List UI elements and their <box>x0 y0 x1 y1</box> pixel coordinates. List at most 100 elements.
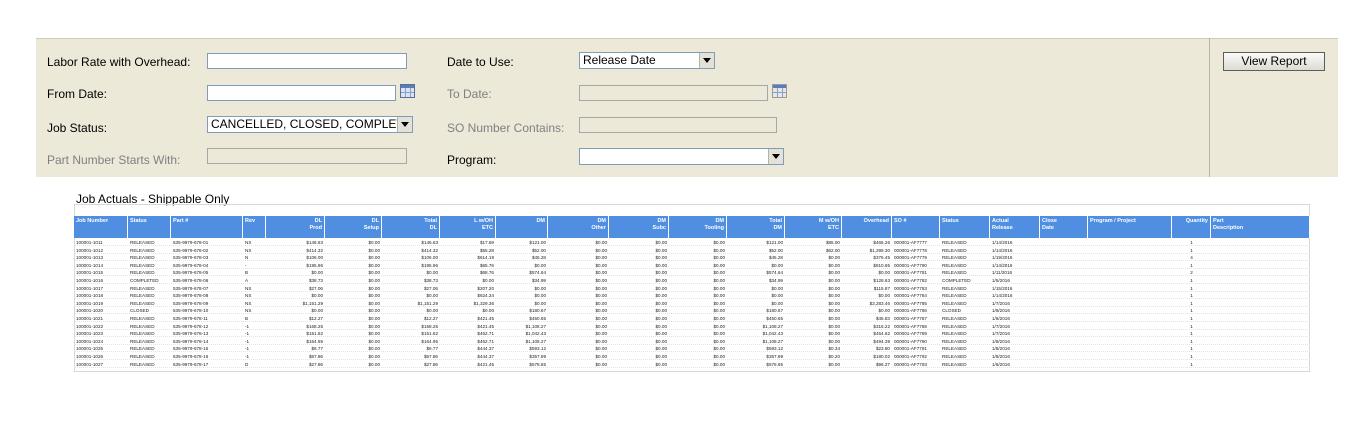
column-header-sublabel: Prod <box>309 225 322 231</box>
row-divider <box>74 366 1310 368</box>
column-header: Program / Project <box>1088 216 1172 238</box>
view-report-button[interactable]: View Report <box>1223 52 1325 71</box>
job-status-select[interactable]: CANCELLED, CLOSED, COMPLETED, <box>207 116 413 133</box>
panel-divider <box>1209 38 1210 177</box>
program-label: Program: <box>447 153 497 167</box>
chevron-down-icon[interactable] <box>397 117 412 132</box>
table-row[interactable]: 100001-1018 RELEASED 535-9979-678-08 NS $0.0… <box>74 292 1310 300</box>
column-header-label: Close <box>1042 218 1057 224</box>
part-number-label: Part Number Starts With: <box>47 153 181 167</box>
column-header-label: DL <box>314 218 322 224</box>
column-header: Total DM <box>727 216 785 238</box>
column-header-label: L w/OH <box>474 218 493 224</box>
column-header: DM Subc <box>609 216 669 238</box>
date-to-use-value: Release Date <box>583 53 656 67</box>
column-header-sublabel: Date <box>1042 225 1054 231</box>
job-status-label: Job Status: <box>47 121 108 135</box>
column-header: Close Date <box>1040 216 1088 238</box>
column-header: DM <box>496 216 548 238</box>
column-header-sublabel: ETC <box>482 225 493 231</box>
column-header: Rev <box>243 216 266 238</box>
table-row[interactable]: 100001-1017 RELEASED 535-9979-678-07 NS $27.… <box>74 285 1310 292</box>
column-header-sublabel: DM <box>773 225 782 231</box>
column-header: L w/OH ETC <box>440 216 496 238</box>
column-header-label: Total <box>769 218 782 224</box>
date-to-use-select[interactable]: Release Date <box>579 52 715 69</box>
column-header-sublabel: Description <box>1213 225 1244 231</box>
column-header: Total DL <box>382 216 440 238</box>
chevron-down-icon[interactable] <box>699 53 714 68</box>
column-header-label: DM <box>715 218 724 224</box>
column-header-label: M w/OH <box>818 218 839 224</box>
table-row[interactable]: 100001-1022 RELEASED 535-9979-678-12 -1 $168… <box>74 323 1310 330</box>
column-header-sublabel: Other <box>591 225 606 231</box>
table-row[interactable]: 100001-1023 RELEASED 535-9979-678-13 -1 $151… <box>74 330 1310 338</box>
column-header-sublabel: Tooling <box>704 225 724 231</box>
chevron-down-icon[interactable] <box>768 149 783 164</box>
so-number-input[interactable] <box>579 117 777 133</box>
column-header-label: SO # <box>894 218 907 224</box>
table-row[interactable]: 100001-1021 RELEASED 535-9979-678-11 B $12.2… <box>74 315 1310 322</box>
column-header: Overhead <box>842 216 892 238</box>
report-header-row: Job Number Status Part # Rev DL Prod DL Setup To… <box>74 216 1310 238</box>
table-row[interactable]: 100001-1013 RELEASED 535-9979-678-03 N $106.… <box>74 254 1310 262</box>
column-header: Status <box>940 216 990 238</box>
column-header: Status <box>128 216 171 238</box>
column-header-sublabel: Release <box>992 225 1013 231</box>
column-header-label: DM <box>657 218 666 224</box>
to-date-input[interactable] <box>579 85 768 101</box>
table-row[interactable]: 100001-1015 RELEASED 535-9979-678-05 B $0.00… <box>74 269 1310 277</box>
table-row[interactable]: 100001-1016 COMPLETED 535-9979-678-06 A $38.… <box>74 277 1310 284</box>
column-header-label: DM <box>597 218 606 224</box>
column-header: Actual Release <box>990 216 1040 238</box>
labor-rate-label: Labor Rate with Overhead: <box>47 55 191 69</box>
column-header: DL Setup <box>325 216 382 238</box>
table-row[interactable]: 100001-1019 RELEASED 535-9979-678-09 NS $1,1… <box>74 300 1310 307</box>
column-header: SO # <box>892 216 940 238</box>
calendar-icon[interactable] <box>400 84 415 98</box>
column-header-label: Part <box>1213 218 1224 224</box>
table-row[interactable]: 100001-1025 RELEASED 535-9979-678-15 -1 $6.7… <box>74 345 1310 353</box>
column-header-label: Actual <box>992 218 1009 224</box>
column-header-label: Program / Project <box>1090 218 1136 224</box>
column-header-label: Job Number <box>76 218 109 224</box>
column-header-sublabel: DL <box>429 225 437 231</box>
calendar-icon[interactable] <box>772 84 787 98</box>
column-header-sublabel: Setup <box>363 225 379 231</box>
job-status-value: CANCELLED, CLOSED, COMPLETED, <box>211 117 413 131</box>
part-number-input[interactable] <box>207 148 407 164</box>
column-header: Part Description <box>1211 216 1310 238</box>
table-row[interactable]: 100001-1014 RELEASED 535-9979-678-04- $195.… <box>74 262 1310 269</box>
column-header: Job Number <box>74 216 128 238</box>
column-header-sublabel: Subc <box>652 225 666 231</box>
column-header-label: Quantity <box>1185 218 1208 224</box>
column-header: Quantity <box>1172 216 1211 238</box>
so-number-label: SO Number Contains: <box>447 121 565 135</box>
column-header-label: Status <box>130 218 147 224</box>
column-header-label: Status <box>942 218 959 224</box>
table-row[interactable]: 100001-1012 RELEASED 535-9979-678-02 NS $414… <box>74 247 1310 254</box>
column-header: DM Other <box>548 216 609 238</box>
column-header-label: Part # <box>173 218 189 224</box>
from-date-input[interactable] <box>207 85 396 101</box>
column-header-sublabel: ETC <box>828 225 839 231</box>
column-header: Part # <box>171 216 243 238</box>
column-header: DL Prod <box>266 216 325 238</box>
column-header-label: Rev <box>245 218 256 224</box>
table-row[interactable]: 100001-1024 RELEASED 535-9979-678-14 -1 $164… <box>74 338 1310 345</box>
date-to-use-label: Date to Use: <box>447 55 514 69</box>
table-row[interactable]: 100001-1011 RELEASED 535-9979-678-01 NS $146… <box>74 239 1310 246</box>
table-row[interactable]: 100001-1027 RELEASED 535-9979-678-17 D $27.8… <box>74 361 1310 368</box>
column-header: DM Tooling <box>669 216 727 238</box>
column-header: M w/OH ETC <box>785 216 842 238</box>
column-header-label: DM <box>536 218 545 224</box>
column-header-label: DL <box>371 218 379 224</box>
table-row[interactable]: 100001-1026 RELEASED 535-9979-678-16 -1 $57.… <box>74 353 1310 360</box>
column-header-label: Total <box>424 218 437 224</box>
to-date-label: To Date: <box>447 87 492 101</box>
labor-rate-input[interactable] <box>207 53 407 69</box>
table-row[interactable]: 100001-1020 CLOSED 535-9979-678-10 NS $0.00 $… <box>74 307 1310 315</box>
program-select[interactable] <box>579 148 784 165</box>
column-header-label: Overhead <box>863 218 889 224</box>
from-date-label: From Date: <box>47 87 108 101</box>
